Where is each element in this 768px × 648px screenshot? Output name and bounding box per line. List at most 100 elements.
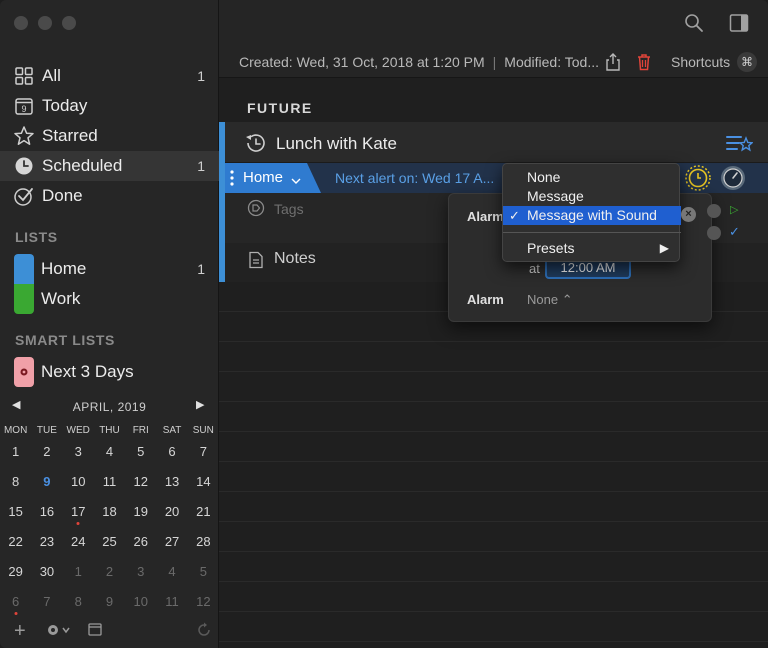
calendar-day[interactable]: 17: [63, 504, 94, 525]
calendar-weekdays: MON TUE WED THU FRI SAT SUN: [0, 425, 219, 436]
calendar-day[interactable]: 27: [156, 534, 187, 549]
menu-item-none[interactable]: None: [503, 168, 681, 187]
calendar-day[interactable]: 5: [188, 564, 219, 579]
sidebar-item-done[interactable]: Done: [0, 181, 219, 211]
calendar-day[interactable]: 8: [63, 594, 94, 609]
sidebar-item-label: All: [42, 66, 61, 85]
sidebar-list-count: 1: [197, 261, 205, 277]
calendar-day[interactable]: 2: [94, 564, 125, 579]
stepper-icon[interactable]: [707, 226, 721, 240]
section-header-future: FUTURE: [247, 100, 313, 116]
calendar-day[interactable]: 10: [63, 474, 94, 489]
calendar-day[interactable]: 11: [94, 474, 125, 489]
sidebar-smart-list-next-3-days[interactable]: Next 3 Days: [0, 357, 219, 387]
task-title[interactable]: Lunch with Kate: [276, 134, 397, 154]
history-clock-icon: [243, 131, 267, 160]
zoom-window-button[interactable]: [62, 16, 76, 30]
calendar-day[interactable]: 28: [188, 534, 219, 549]
created-date: Created: Wed, 31 Oct, 2018 at 1:20 PM: [239, 53, 485, 70]
calendar-day[interactable]: 15: [0, 504, 31, 519]
calendar-day[interactable]: 9: [94, 594, 125, 609]
sidebar-item-all[interactable]: All 1: [0, 61, 219, 91]
calendar-day[interactable]: 1: [0, 444, 31, 459]
calendar-day[interactable]: 20: [156, 504, 187, 519]
menu-item-presets[interactable]: Presets ▶: [503, 239, 681, 258]
calendar-week-row: 22 23 24 25 26 27 28: [0, 526, 219, 556]
calendar-day[interactable]: 2: [31, 444, 62, 459]
calendar-day[interactable]: 3: [63, 444, 94, 459]
calendar-day[interactable]: 8: [0, 474, 31, 489]
next-month-button[interactable]: ▶: [196, 398, 204, 411]
list-selector[interactable]: Home: [225, 163, 321, 193]
lists-section-header: LISTS: [15, 229, 58, 245]
calendar-day[interactable]: 4: [156, 564, 187, 579]
calendar-day[interactable]: 9: [31, 474, 62, 489]
calendar-header: ◀ APRIL, 2019 ▶: [0, 398, 219, 416]
calendar-day[interactable]: 22: [0, 534, 31, 549]
event-dot: [14, 611, 18, 615]
calendar-day[interactable]: 14: [188, 474, 219, 489]
second-alarm-select[interactable]: None ⌃: [527, 292, 573, 308]
confirm-check-icon[interactable]: ✓: [729, 224, 740, 240]
sidebar-item-starred[interactable]: Starred: [0, 121, 219, 151]
calendar-day[interactable]: 26: [125, 534, 156, 549]
menu-item-message-with-sound[interactable]: ✓ Message with Sound: [503, 206, 681, 225]
gear-menu-button[interactable]: [46, 622, 72, 644]
list-star-icon[interactable]: [725, 132, 754, 159]
menu-item-message[interactable]: Message: [503, 187, 681, 206]
chevron-down-icon: [291, 172, 301, 190]
sidebar-list-label: Work: [41, 289, 81, 308]
calendar-day[interactable]: 4: [94, 444, 125, 459]
calendar-day[interactable]: 7: [188, 444, 219, 459]
calendar-day[interactable]: 6: [0, 594, 31, 615]
calendar-day[interactable]: 16: [31, 504, 62, 519]
search-icon[interactable]: [683, 12, 705, 34]
close-icon[interactable]: ×: [681, 207, 696, 222]
tags-input[interactable]: Tags: [274, 201, 304, 217]
play-icon[interactable]: ▷: [730, 203, 738, 216]
calendar-day[interactable]: 7: [31, 594, 62, 609]
calendar-day[interactable]: 5: [125, 444, 156, 459]
calendar-day[interactable]: 23: [31, 534, 62, 549]
trash-icon[interactable]: [634, 51, 654, 73]
calendar-day[interactable]: 13: [156, 474, 187, 489]
drag-handle-icon[interactable]: [230, 169, 234, 187]
command-key-icon[interactable]: ⌘: [737, 52, 757, 72]
sidebar-item-today[interactable]: 9 Today: [0, 91, 219, 121]
calendar-day[interactable]: 3: [125, 564, 156, 579]
sidebar-item-count: 1: [197, 68, 205, 84]
sync-icon[interactable]: [196, 622, 212, 644]
at-label: at: [529, 261, 540, 276]
alarm-label: Alarm: [467, 292, 504, 307]
calendar-day[interactable]: 25: [94, 534, 125, 549]
calendar-day[interactable]: 30: [31, 564, 62, 579]
calendar-day[interactable]: 6: [156, 444, 187, 459]
calendar-day[interactable]: 10: [125, 594, 156, 609]
sidebar-list-work[interactable]: Work: [0, 284, 219, 314]
submenu-arrow-icon: ▶: [659, 241, 669, 255]
calendar-day[interactable]: 29: [0, 564, 31, 579]
calendar-day[interactable]: 12: [188, 594, 219, 609]
task-row[interactable]: Lunch with Kate: [225, 122, 768, 163]
calendar-week-row: 15 16 17 18 19 20 21: [0, 496, 219, 526]
calendar-day[interactable]: 18: [94, 504, 125, 519]
minimize-window-button[interactable]: [38, 16, 52, 30]
calendar-day[interactable]: 21: [188, 504, 219, 519]
stepper-icon[interactable]: [707, 204, 721, 218]
shortcuts-button[interactable]: Shortcuts: [671, 54, 730, 70]
calendar-day[interactable]: 1: [63, 564, 94, 579]
calendar-toggle-icon[interactable]: [88, 622, 102, 644]
share-icon[interactable]: [603, 51, 623, 73]
add-list-button[interactable]: +: [14, 620, 26, 642]
sidebar-list-home[interactable]: Home 1: [0, 254, 219, 284]
calendar-day[interactable]: 12: [125, 474, 156, 489]
calendar-day[interactable]: 11: [156, 594, 187, 609]
calendar-day[interactable]: 24: [63, 534, 94, 549]
notes-field[interactable]: Notes: [274, 250, 316, 268]
sidebar-toggle-icon[interactable]: [728, 12, 750, 34]
sidebar-item-scheduled[interactable]: Scheduled 1: [0, 151, 219, 181]
calendar-day[interactable]: 19: [125, 504, 156, 519]
close-window-button[interactable]: [14, 16, 28, 30]
calendar-day-icon: 9: [12, 94, 36, 118]
sidebar-item-count: 1: [197, 158, 205, 174]
